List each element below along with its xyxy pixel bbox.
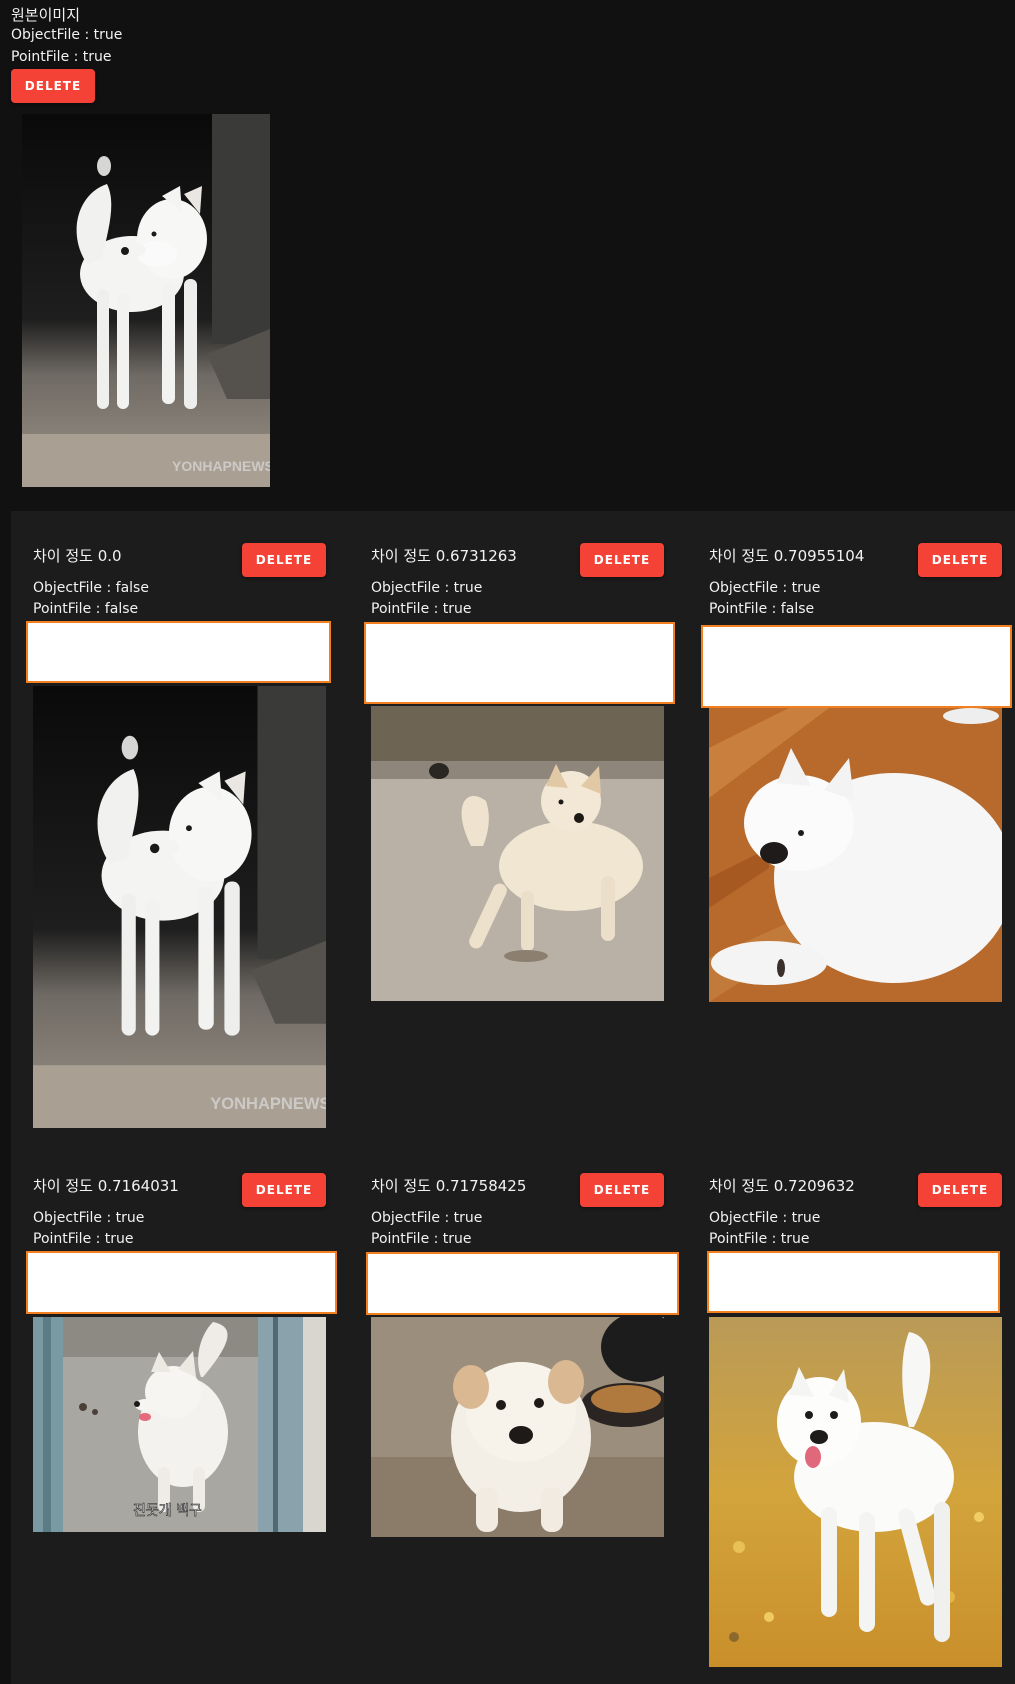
result-3-delete-button[interactable]: DELETE bbox=[918, 543, 1002, 577]
result-1-delete-button[interactable]: DELETE bbox=[242, 543, 326, 577]
result-5-delete-button[interactable]: DELETE bbox=[580, 1173, 664, 1207]
result-3-difference-label: 차이 정도 0.70955104 bbox=[709, 547, 865, 565]
watermark-text: YONHAPNEWS bbox=[210, 1094, 326, 1113]
result-1-object-file-status: ObjectFile : false bbox=[33, 580, 149, 596]
result-6-dog-photo bbox=[709, 1317, 1002, 1667]
result-6-dog-image bbox=[709, 1317, 1002, 1667]
result-4-caption: 진돗개 백구 bbox=[133, 1503, 202, 1519]
result-4-dog-photo: 진돗개 백구 bbox=[33, 1317, 326, 1532]
result-1-dog-image: YONHAPNEWS bbox=[33, 686, 326, 1128]
result-1-dog-photo: YONHAPNEWS bbox=[33, 686, 326, 1128]
watermark-text: YONHAPNEWS bbox=[172, 458, 270, 474]
result-2-object-file-status: ObjectFile : true bbox=[371, 580, 483, 596]
result-2-puppy-photo bbox=[371, 706, 664, 1001]
result-4-delete-button[interactable]: DELETE bbox=[242, 1173, 326, 1207]
result-5-dog-image bbox=[371, 1317, 664, 1537]
result-3-point-file-status: PointFile : false bbox=[709, 601, 815, 617]
result-4-masked-region bbox=[26, 1251, 337, 1314]
result-5-difference-label: 차이 정도 0.71758425 bbox=[371, 1177, 527, 1195]
result-2-delete-button[interactable]: DELETE bbox=[580, 543, 664, 577]
original-object-file-status: ObjectFile : true bbox=[11, 27, 123, 43]
result-2-point-file-status: PointFile : true bbox=[371, 601, 472, 617]
page: 원본이미지 ObjectFile : true PointFile : true… bbox=[0, 0, 1015, 1684]
result-1-point-file-status: PointFile : false bbox=[33, 601, 139, 617]
original-dog-photo: YONHAPNEWS bbox=[22, 114, 270, 487]
result-1-difference-label: 차이 정도 0.0 bbox=[33, 547, 122, 565]
original-point-file-status: PointFile : true bbox=[11, 49, 112, 65]
result-6-object-file-status: ObjectFile : true bbox=[709, 1210, 821, 1226]
original-image-title: 원본이미지 bbox=[11, 6, 81, 24]
result-2-difference-label: 차이 정도 0.6731263 bbox=[371, 547, 517, 565]
result-3-dog-photo bbox=[709, 708, 1002, 1002]
original-delete-button[interactable]: DELETE bbox=[11, 69, 95, 103]
result-6-masked-region bbox=[707, 1251, 1000, 1313]
result-2-masked-region bbox=[364, 622, 675, 704]
result-2-dog-image bbox=[371, 706, 664, 1001]
result-5-puppy-photo bbox=[371, 1317, 664, 1537]
result-1-masked-region bbox=[26, 621, 331, 683]
result-6-point-file-status: PointFile : true bbox=[709, 1231, 810, 1247]
result-6-difference-label: 차이 정도 0.7209632 bbox=[709, 1177, 855, 1195]
result-3-object-file-status: ObjectFile : true bbox=[709, 580, 821, 596]
result-5-masked-region bbox=[366, 1252, 679, 1315]
result-3-dog-image bbox=[709, 708, 1002, 1002]
original-dog-image: YONHAPNEWS bbox=[22, 114, 270, 487]
result-6-delete-button[interactable]: DELETE bbox=[918, 1173, 1002, 1207]
result-4-difference-label: 차이 정도 0.7164031 bbox=[33, 1177, 179, 1195]
result-4-dog-image: 진돗개 백구 bbox=[33, 1317, 326, 1532]
result-5-object-file-status: ObjectFile : true bbox=[371, 1210, 483, 1226]
result-4-object-file-status: ObjectFile : true bbox=[33, 1210, 145, 1226]
result-3-masked-region bbox=[701, 625, 1012, 708]
result-5-point-file-status: PointFile : true bbox=[371, 1231, 472, 1247]
result-4-point-file-status: PointFile : true bbox=[33, 1231, 134, 1247]
